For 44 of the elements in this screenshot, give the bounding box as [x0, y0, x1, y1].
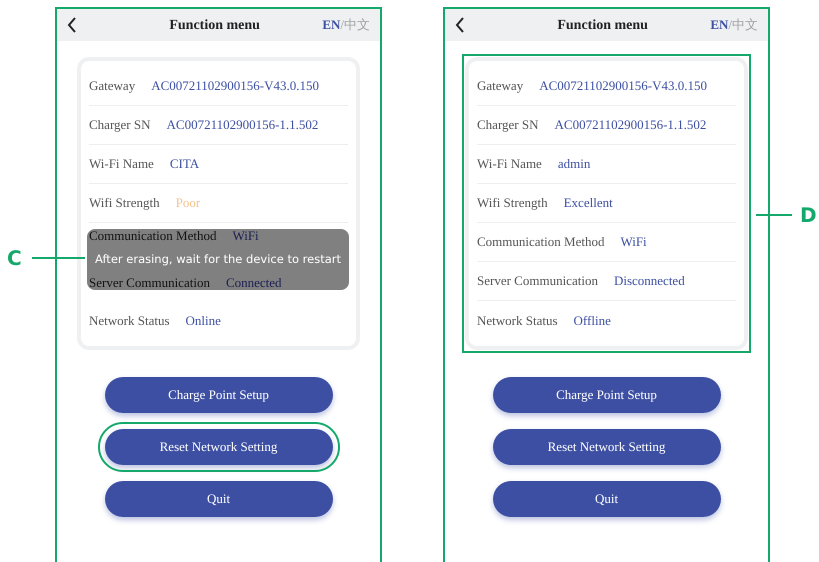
- menu-button[interactable]: Quit: [104, 481, 332, 517]
- info-label: Charger SN: [89, 116, 151, 134]
- back-icon[interactable]: [455, 17, 465, 33]
- info-value: AC00721102900156-1.1.502: [166, 116, 318, 134]
- info-value: Disconnected: [614, 272, 685, 290]
- info-value: Connected: [226, 274, 282, 292]
- info-label: Wi-Fi Name: [89, 155, 154, 174]
- info-value: AC00721102900156-V43.0.150: [151, 77, 319, 96]
- language-option[interactable]: EN: [322, 15, 340, 35]
- info-label: Wi-Fi Name: [477, 155, 542, 174]
- info-value: WiFi: [620, 233, 647, 252]
- menu-button[interactable]: Charge Point Setup: [104, 377, 332, 413]
- language-separator: /: [340, 16, 344, 34]
- callout-label: C: [7, 248, 22, 268]
- language-option[interactable]: EN: [710, 15, 728, 35]
- screen-title: Function menu: [168, 16, 261, 34]
- info-label: Gateway: [477, 77, 524, 96]
- info-value: AC00721102900156-V43.0.150: [539, 77, 707, 96]
- info-label: Network Status: [89, 312, 170, 330]
- menu-button[interactable]: Reset Network Setting: [492, 429, 720, 465]
- callout-label: D: [800, 205, 817, 225]
- info-value: CITA: [170, 155, 200, 174]
- language-separator: /: [728, 16, 732, 34]
- info-value: admin: [558, 155, 590, 174]
- info-value: WiFi: [232, 227, 259, 245]
- info-label: Communication Method: [477, 233, 604, 252]
- info-label: Wifi Strength: [477, 194, 548, 212]
- info-value: Excellent: [564, 194, 613, 212]
- info-value: Offline: [574, 312, 611, 330]
- menu-button[interactable]: Charge Point Setup: [492, 377, 720, 413]
- info-label: Charger SN: [477, 116, 539, 134]
- info-label: Network Status: [477, 312, 558, 330]
- info-value: Poor: [176, 194, 200, 212]
- back-icon[interactable]: [67, 17, 77, 33]
- menu-button[interactable]: Quit: [492, 481, 720, 517]
- screen-title: Function menu: [556, 16, 649, 34]
- info-label: Server Communication: [89, 274, 210, 292]
- info-value: Online: [186, 312, 221, 330]
- info-label: Communication Method: [89, 227, 216, 245]
- info-label: Gateway: [89, 77, 136, 96]
- menu-button[interactable]: Reset Network Setting: [104, 429, 332, 465]
- info-label: Server Communication: [477, 272, 598, 290]
- info-label: Wifi Strength: [89, 194, 160, 212]
- info-value: AC00721102900156-1.1.502: [554, 116, 706, 134]
